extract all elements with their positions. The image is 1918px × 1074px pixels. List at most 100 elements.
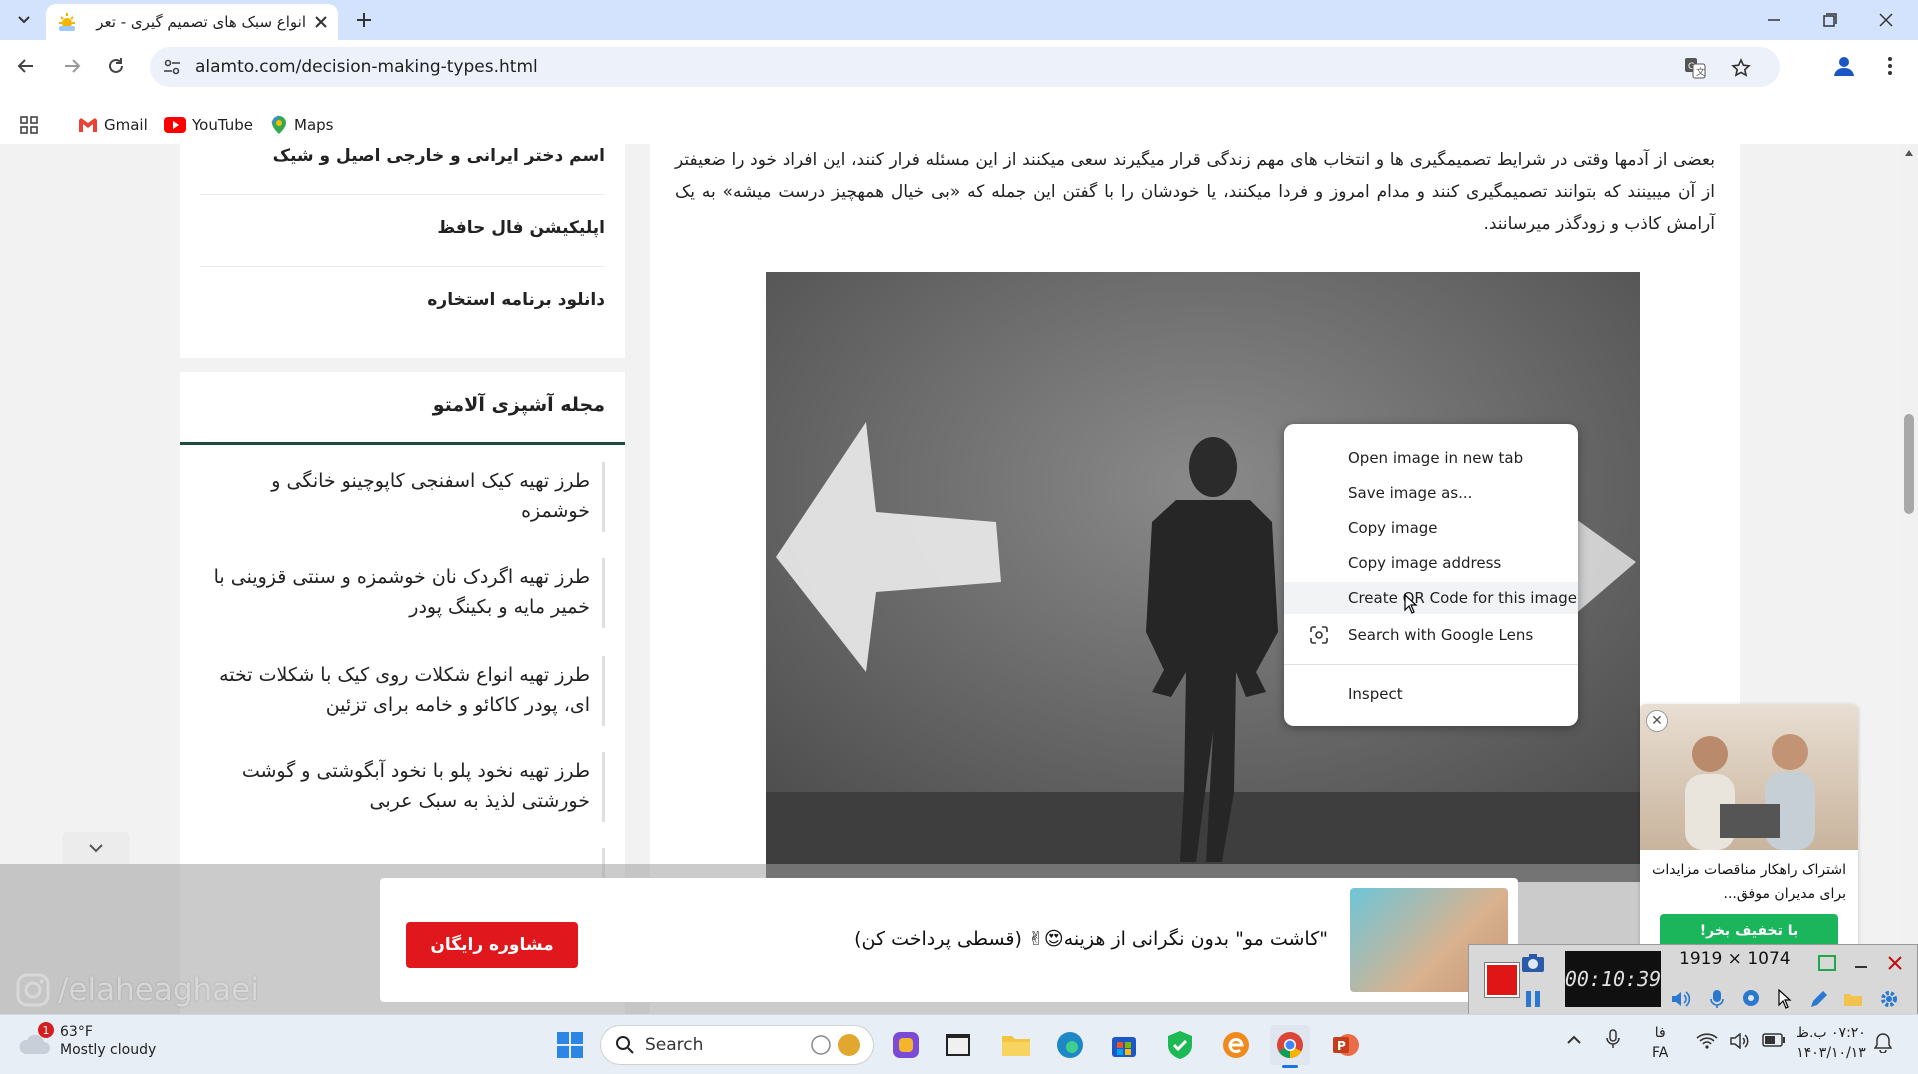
translate-button[interactable]: G文 — [1682, 55, 1708, 81]
forward-button[interactable] — [58, 52, 86, 80]
webcam-icon — [1743, 990, 1759, 1006]
side-ad-text: اشتراک راهکار مناقصات مزایدات برای مدیرا… — [1652, 862, 1846, 902]
reload-button[interactable] — [102, 52, 130, 80]
ad-headline: "کاشت مو" بدون نگرانی از هزینه😍✌ (قسطی پ… — [854, 928, 1328, 950]
close-ad-button[interactable]: ✕ — [1646, 710, 1668, 732]
bookmark-maps[interactable]: Maps — [270, 112, 333, 138]
region-button[interactable] — [1813, 949, 1841, 977]
taskbar-app-edge[interactable] — [1050, 1025, 1090, 1065]
app-e-icon — [1223, 1032, 1249, 1058]
taskbar-app-powerpoint[interactable]: P — [1326, 1025, 1366, 1065]
bookmark-youtube[interactable]: YouTube — [164, 112, 253, 138]
taskbar-app-store[interactable] — [1104, 1025, 1144, 1065]
menu-label: Copy image address — [1348, 554, 1502, 572]
side-ad-card[interactable]: ✕ اشتراک راهکار مناقصات مزایدات برای مدی… — [1640, 704, 1858, 954]
speaker-button[interactable] — [1667, 985, 1695, 1013]
clock[interactable]: ۰۷:۲۰ ب.ظ ۱۴۰۳/۱۰/۱۳ — [1796, 1023, 1866, 1063]
taskbar-search[interactable]: Search — [600, 1025, 874, 1065]
weather-badge: 1 — [38, 1022, 54, 1038]
bookmark-star-button[interactable] — [1728, 55, 1754, 81]
menu-button[interactable] — [1876, 52, 1904, 80]
image-context-menu: Open image in new tab Save image as... C… — [1284, 424, 1578, 726]
weather-widget[interactable]: 1 63°F Mostly cloudy — [18, 1022, 157, 1059]
taskbar-app-chrome[interactable] — [1270, 1025, 1310, 1068]
recorder-close-button[interactable] — [1881, 949, 1909, 977]
chevron-up-icon — [1567, 1035, 1581, 1044]
star-icon — [1731, 58, 1751, 77]
bookmark-gmail[interactable]: Gmail — [78, 112, 148, 138]
gmail-icon — [79, 118, 97, 132]
screen-recorder-widget: 00:10:39 1919 × 1074 — [1468, 944, 1918, 1016]
menu-save-image-as[interactable]: Save image as... — [1284, 477, 1578, 509]
language-indicator[interactable]: فا FA — [1652, 1023, 1668, 1063]
page-scrollbar[interactable] — [1900, 144, 1918, 1014]
recipe-link[interactable]: طرز تهیه اگردک نان خوشمزه و سنتی قزوینی … — [210, 562, 590, 622]
menu-inspect[interactable]: Inspect — [1284, 678, 1578, 710]
taskbar-app-orange[interactable] — [1216, 1025, 1256, 1065]
sidebar-link[interactable]: دانلود برنامه استخاره — [427, 290, 605, 310]
notifications-button[interactable] — [1873, 1033, 1893, 1057]
weather-condition: Mostly cloudy — [60, 1042, 157, 1058]
scroll-thumb[interactable] — [1904, 414, 1914, 514]
site-settings-icon[interactable] — [160, 55, 184, 79]
side-ad-image — [1640, 704, 1858, 850]
scroll-up-icon[interactable] — [1905, 150, 1913, 156]
terminal-icon — [946, 1034, 970, 1056]
chevron-down-icon — [89, 844, 103, 853]
sidebar-link[interactable]: اسم دختر ایرانی و خارجی اصیل و شیک — [273, 146, 605, 166]
active-tab[interactable]: انواع سبک های تصمیم گیری - تعر — [46, 4, 338, 40]
menu-copy-image[interactable]: Copy image — [1284, 512, 1578, 544]
maps-icon — [271, 115, 286, 134]
minimize-icon — [1855, 966, 1867, 968]
temperature: 63°F — [60, 1024, 93, 1040]
microphone-button[interactable] — [1703, 985, 1731, 1013]
sidebar-link[interactable]: اپلیکیشن فال حافظ — [437, 218, 605, 238]
bottom-ad-banner[interactable]: مشاوره رایگان "کاشت مو" بدون نگرانی از ه… — [380, 878, 1518, 1002]
close-tab-icon[interactable] — [314, 15, 328, 29]
folder-button[interactable] — [1839, 985, 1867, 1013]
taskbar-app-security[interactable] — [1160, 1025, 1200, 1065]
tab-search-button[interactable] — [10, 6, 38, 34]
apps-grid-icon — [20, 116, 38, 134]
menu-copy-image-address[interactable]: Copy image address — [1284, 547, 1578, 579]
side-ad-cta-button[interactable]: با تخفیف بخر! — [1660, 914, 1838, 948]
recorder-minimize-button[interactable] — [1847, 949, 1875, 977]
screenshot-button[interactable] — [1519, 949, 1547, 977]
menu-label: Create QR Code for this image — [1348, 589, 1578, 607]
recipe-link[interactable]: طرز تهیه کیک اسفنجی کاپوچینو خانگی و خوش… — [210, 466, 590, 526]
address-bar[interactable]: alamto.com/decision-making-types.html G文 — [150, 47, 1780, 87]
record-stop-button[interactable] — [1484, 962, 1520, 998]
minimize-button[interactable] — [1746, 0, 1802, 40]
recipe-link[interactable]: طرز تهیه نخود پلو با نخود آبگوشتی و گوشت… — [210, 756, 590, 816]
taskbar-app-terminal[interactable] — [938, 1025, 978, 1065]
apps-button[interactable] — [20, 112, 38, 138]
menu-open-image-new-tab[interactable]: Open image in new tab — [1284, 442, 1578, 474]
taskbar-app-explorer[interactable] — [996, 1025, 1036, 1065]
collapse-ad-button[interactable] — [62, 832, 130, 864]
bookmarks-bar: Gmail YouTube Maps — [0, 108, 1918, 144]
show-hidden-icons-button[interactable] — [1566, 1033, 1582, 1049]
menu-search-google-lens[interactable]: Search with Google Lens — [1284, 619, 1578, 651]
close-window-button[interactable] — [1858, 0, 1914, 40]
start-button[interactable] — [550, 1025, 590, 1065]
pause-button[interactable] — [1519, 985, 1547, 1013]
system-tray-status[interactable] — [1696, 1033, 1786, 1049]
cursor-button[interactable] — [1771, 985, 1799, 1013]
mic-tray-icon[interactable] — [1606, 1029, 1620, 1053]
divider — [200, 266, 605, 267]
folder-icon — [1844, 994, 1862, 1006]
restore-button[interactable] — [1802, 0, 1858, 40]
menu-create-qr-code[interactable]: Create QR Code for this image — [1284, 582, 1578, 614]
taskbar-app-copilot[interactable] — [886, 1025, 926, 1065]
back-button[interactable] — [12, 52, 40, 80]
translate-icon: G文 — [1685, 58, 1706, 79]
url-text: alamto.com/decision-making-types.html — [195, 57, 538, 77]
volume-icon — [1730, 1033, 1749, 1049]
free-consultation-button[interactable]: مشاوره رایگان — [406, 922, 578, 968]
recorder-settings-button[interactable] — [1875, 985, 1903, 1013]
draw-button[interactable] — [1805, 985, 1833, 1013]
new-tab-button[interactable] — [350, 6, 378, 34]
webcam-button[interactable] — [1737, 985, 1765, 1013]
profile-button[interactable] — [1830, 52, 1858, 80]
recipe-link[interactable]: طرز تهیه انواع شکلات روی کیک با شکلات تخ… — [210, 660, 590, 720]
